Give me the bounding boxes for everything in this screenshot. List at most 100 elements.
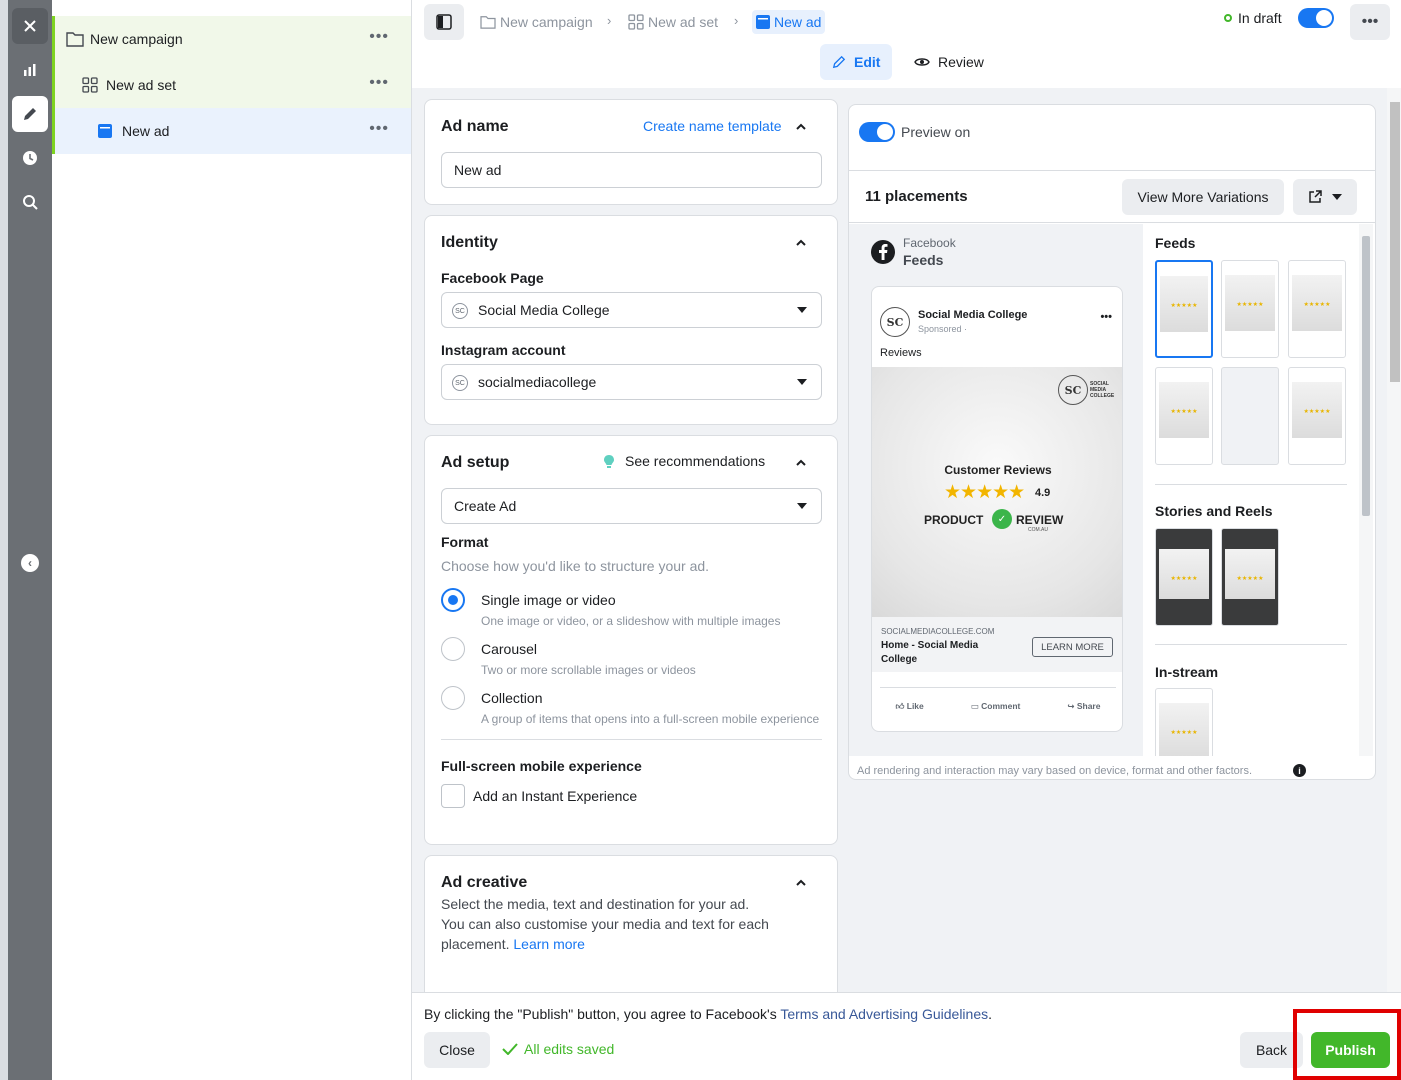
ad-name-input[interactable]: New ad bbox=[441, 152, 822, 188]
scrollbar-thumb[interactable] bbox=[1390, 102, 1400, 382]
chevron-up-icon[interactable] bbox=[795, 121, 807, 133]
preview-disclaimer: Ad rendering and interaction may vary ba… bbox=[857, 765, 1252, 777]
terms-prefix: By clicking the "Publish" button, you ag… bbox=[424, 1006, 781, 1022]
open-preview-button[interactable] bbox=[1293, 179, 1357, 215]
toggle-panel-button[interactable] bbox=[424, 4, 464, 40]
view-more-variations-button[interactable]: View More Variations bbox=[1122, 179, 1284, 215]
brand-sub: COM.AU bbox=[1028, 527, 1048, 533]
divider bbox=[1155, 644, 1347, 645]
campaign-more-button[interactable]: ••• bbox=[369, 28, 389, 46]
collapse-rail-button[interactable]: ‹ bbox=[21, 554, 39, 572]
tree-item-ad[interactable]: New ad ••• bbox=[52, 108, 411, 154]
brand-product: PRODUCT bbox=[924, 513, 984, 527]
thumbnail-stars: ★★★★★ bbox=[1170, 409, 1198, 415]
thumbnail-image: ★★★★★ bbox=[1292, 275, 1342, 331]
breadcrumb-ad[interactable]: New ad bbox=[752, 10, 826, 34]
thumbnail-feed[interactable]: ★★★★★ bbox=[1288, 260, 1346, 358]
thumbnail-feed[interactable] bbox=[1221, 367, 1279, 465]
facebook-page-value: Social Media College bbox=[478, 302, 610, 318]
tree-item-campaign[interactable]: New campaign ••• bbox=[52, 16, 411, 62]
main-scrollbar[interactable] bbox=[1387, 88, 1401, 992]
ad-setup-title: Ad setup bbox=[441, 454, 510, 471]
thumbnail-image: ★★★★★ bbox=[1225, 549, 1275, 599]
divider bbox=[880, 687, 1116, 688]
folder-icon bbox=[66, 32, 84, 47]
see-recommendations-link[interactable]: See recommendations bbox=[625, 453, 765, 469]
edit-rail-button[interactable] bbox=[12, 96, 48, 132]
more-options-button[interactable]: ••• bbox=[1350, 4, 1390, 40]
comment-action[interactable]: ▭ Comment bbox=[971, 701, 1021, 712]
tab-review-label: Review bbox=[938, 54, 984, 70]
close-button[interactable]: Close bbox=[424, 1032, 490, 1068]
instant-experience-checkbox[interactable] bbox=[441, 784, 465, 808]
radio-carousel[interactable] bbox=[441, 637, 465, 661]
thumbnail-story[interactable]: ★★★★★ bbox=[1155, 528, 1213, 626]
radio-single-image[interactable] bbox=[441, 588, 465, 612]
campaign-tree: New campaign ••• New ad set ••• New ad •… bbox=[52, 16, 411, 154]
thumbnail-image: ★★★★★ bbox=[1160, 276, 1208, 332]
chevron-up-icon[interactable] bbox=[795, 877, 807, 889]
thumbnail-feed[interactable]: ★★★★★ bbox=[1221, 260, 1279, 358]
format-label: Format bbox=[441, 534, 489, 550]
thumbnail-feed[interactable]: ★★★★★ bbox=[1155, 260, 1213, 358]
tab-edit[interactable]: Edit bbox=[820, 44, 893, 80]
post-link-title: Home - Social Media bbox=[881, 640, 979, 651]
breadcrumb-adset[interactable]: New ad set bbox=[628, 10, 718, 34]
tree-item-adset[interactable]: New ad set ••• bbox=[52, 62, 411, 108]
history-rail-button[interactable] bbox=[12, 140, 48, 176]
facebook-icon bbox=[871, 240, 895, 264]
ad-name-card: Ad name Create name template New ad bbox=[424, 99, 838, 205]
post-link-bar[interactable]: SOCIALMEDIACOLLEGE.COM Home - Social Med… bbox=[872, 617, 1122, 672]
breadcrumb-campaign[interactable]: New campaign bbox=[480, 10, 593, 34]
chevron-up-icon[interactable] bbox=[795, 457, 807, 469]
learn-more-link[interactable]: Learn more bbox=[513, 936, 585, 952]
search-icon bbox=[23, 195, 38, 210]
close-rail-button[interactable] bbox=[12, 8, 48, 44]
chevron-up-icon[interactable] bbox=[795, 237, 807, 249]
back-button-label: Back bbox=[1255, 1042, 1288, 1058]
thumbs-up-icon: 👍︎ bbox=[895, 700, 905, 711]
thumbnail-stars: ★★★★★ bbox=[1236, 576, 1264, 582]
option-collection-title: Collection bbox=[481, 690, 543, 706]
brand-logo: SC bbox=[1058, 375, 1088, 405]
section-instream-title: In-stream bbox=[1155, 664, 1219, 680]
draft-toggle[interactable] bbox=[1297, 8, 1334, 28]
thumbnail-instream[interactable]: ★★★★★ bbox=[1155, 688, 1213, 756]
like-action[interactable]: 👍︎ Like bbox=[895, 701, 923, 712]
adset-more-button[interactable]: ••• bbox=[369, 74, 389, 92]
learn-more-cta-button[interactable]: LEARN MORE bbox=[1032, 637, 1113, 657]
tab-review[interactable]: Review bbox=[902, 44, 996, 80]
ad-setup-select[interactable]: Create Ad bbox=[441, 488, 822, 524]
thumbnail-feed[interactable]: ★★★★★ bbox=[1288, 367, 1346, 465]
post-caption: Reviews bbox=[880, 347, 922, 359]
thumbnail-stars: ★★★★★ bbox=[1236, 302, 1264, 308]
instant-experience-label: Add an Instant Experience bbox=[473, 788, 638, 804]
instagram-select[interactable]: SC socialmediacollege bbox=[441, 364, 822, 400]
comment-label: Comment bbox=[981, 700, 1021, 711]
saved-status: All edits saved bbox=[502, 1041, 614, 1057]
post-more-icon[interactable]: ••• bbox=[1100, 311, 1112, 323]
radio-collection[interactable] bbox=[441, 686, 465, 710]
terms-notice: By clicking the "Publish" button, you ag… bbox=[424, 1006, 992, 1022]
ad-more-button[interactable]: ••• bbox=[369, 120, 389, 138]
thumbnail-reel[interactable]: ★★★★★ bbox=[1221, 528, 1279, 626]
tree-adset-label: New ad set bbox=[106, 77, 177, 93]
ad-preview-panel: Preview on 11 placements View More Varia… bbox=[848, 104, 1376, 780]
terms-link[interactable]: Terms and Advertising Guidelines bbox=[780, 1006, 988, 1022]
tree-accent bbox=[52, 62, 55, 108]
facebook-page-select[interactable]: SC Social Media College bbox=[441, 292, 822, 328]
share-action[interactable]: ↪ Share bbox=[1067, 701, 1100, 712]
folder-icon bbox=[480, 16, 496, 29]
search-rail-button[interactable] bbox=[12, 184, 48, 220]
thumbnail-feed[interactable]: ★★★★★ bbox=[1155, 367, 1213, 465]
ad-name-value: New ad bbox=[454, 162, 502, 178]
info-icon[interactable]: i bbox=[1293, 764, 1306, 777]
lightbulb-icon bbox=[604, 455, 614, 468]
create-name-template-link[interactable]: Create name template bbox=[643, 118, 782, 134]
brand-review: REVIEW bbox=[1016, 513, 1064, 527]
thumbnails-scrollbar[interactable] bbox=[1359, 224, 1373, 756]
scrollbar-thumb[interactable] bbox=[1362, 236, 1370, 516]
charts-rail-button[interactable] bbox=[12, 52, 48, 88]
preview-toggle[interactable] bbox=[859, 122, 895, 142]
instagram-value: socialmediacollege bbox=[478, 374, 597, 390]
